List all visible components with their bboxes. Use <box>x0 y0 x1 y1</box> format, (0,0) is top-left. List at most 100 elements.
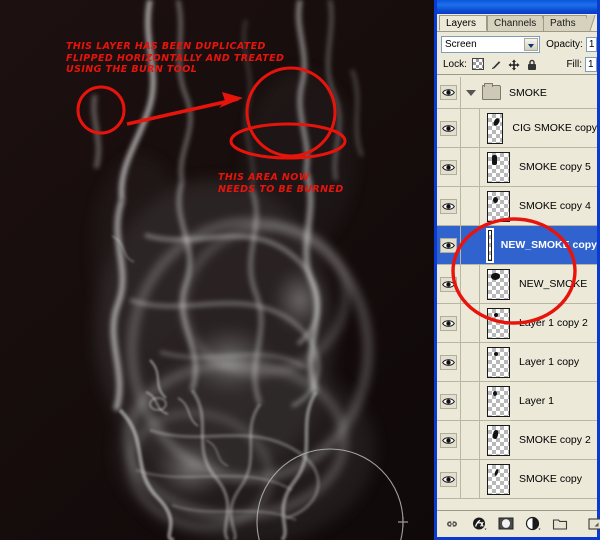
layer-row-selected[interactable]: NEW_SMOKE copy <box>437 226 597 265</box>
visibility-cell[interactable] <box>437 77 461 108</box>
layer-thumbnail[interactable] <box>487 424 510 456</box>
layer-row[interactable]: SMOKE copy <box>437 460 597 499</box>
eye-icon[interactable] <box>440 237 457 253</box>
blend-mode-value: Screen <box>445 38 477 50</box>
eye-icon[interactable] <box>440 315 457 331</box>
visibility-cell[interactable] <box>437 304 461 342</box>
layer-name: Layer 1 copy 2 <box>519 317 588 329</box>
layer-thumbnail[interactable] <box>487 385 510 417</box>
opacity-label: Opacity: <box>546 38 583 50</box>
lock-image-icon[interactable] <box>490 58 502 70</box>
visibility-cell[interactable] <box>437 109 461 147</box>
thumb-content <box>491 272 500 280</box>
thumb-content <box>493 196 498 203</box>
layer-name: SMOKE copy 5 <box>519 161 591 173</box>
annotation-note-area: THIS AREA NOW NEEDS TO BE BURNED <box>218 172 344 195</box>
layer-row[interactable]: Layer 1 copy 2 <box>437 304 597 343</box>
layer-row[interactable]: Layer 1 copy <box>437 343 597 382</box>
visibility-cell[interactable] <box>437 265 461 303</box>
visibility-cell[interactable] <box>437 148 461 186</box>
visibility-cell[interactable] <box>437 226 461 264</box>
layer-row[interactable]: SMOKE copy 4 <box>437 187 597 226</box>
layer-name: SMOKE copy 2 <box>519 434 591 446</box>
blend-mode-select[interactable]: Screen <box>441 35 541 53</box>
layer-row[interactable]: SMOKE copy 2 <box>437 421 597 460</box>
eye-icon[interactable] <box>440 198 457 214</box>
link-cell[interactable] <box>461 226 480 264</box>
palette-bottom-toolbar <box>437 510 600 537</box>
palette-titlebar[interactable] <box>437 0 597 14</box>
lock-all-icon[interactable] <box>526 58 538 70</box>
eye-icon[interactable] <box>440 85 457 100</box>
link-cell[interactable] <box>461 187 480 225</box>
tab-channels[interactable]: Channels <box>487 15 543 31</box>
layer-thumbnail[interactable] <box>487 268 510 300</box>
eye-icon[interactable] <box>440 159 457 175</box>
layer-thumbnail[interactable] <box>486 227 494 263</box>
layer-style-fx-icon[interactable] <box>471 516 487 532</box>
layer-name: NEW_SMOKE <box>519 278 588 290</box>
thumb-content <box>493 390 497 396</box>
layer-list[interactable]: SMOKE CIG SMOKE copy SMOKE copy 5 SMOKE … <box>437 77 597 511</box>
visibility-cell[interactable] <box>437 421 461 459</box>
layer-row[interactable]: SMOKE copy 5 <box>437 148 597 187</box>
layer-row[interactable]: CIG SMOKE copy <box>437 109 597 148</box>
tab-layers[interactable]: Layers <box>439 15 487 31</box>
visibility-cell[interactable] <box>437 460 461 498</box>
thumb-content <box>492 154 497 165</box>
layer-name: SMOKE copy <box>519 473 583 485</box>
annotation-note-top: THIS LAYER HAS BEEN DUPLICATED FLIPPED H… <box>66 41 285 75</box>
visibility-cell[interactable] <box>437 187 461 225</box>
folder-icon <box>482 83 501 100</box>
layer-row[interactable]: NEW_SMOKE <box>437 265 597 304</box>
layer-name: SMOKE copy 4 <box>519 200 591 212</box>
link-cell[interactable] <box>461 304 480 342</box>
eye-icon[interactable] <box>440 120 457 136</box>
expand-triangle-icon[interactable] <box>466 89 476 96</box>
layer-thumbnail[interactable] <box>487 463 510 495</box>
link-cell[interactable] <box>461 343 480 381</box>
lock-position-icon[interactable] <box>508 58 520 71</box>
layer-row-group-smoke[interactable]: SMOKE <box>437 77 597 109</box>
layer-name: Layer 1 <box>519 395 555 407</box>
new-layer-icon[interactable] <box>587 516 600 532</box>
layer-row[interactable]: Layer 1 <box>437 382 597 421</box>
layer-name: SMOKE <box>509 86 547 99</box>
layer-name: CIG SMOKE copy <box>512 122 597 134</box>
visibility-cell[interactable] <box>437 382 461 420</box>
eye-icon[interactable] <box>440 276 457 292</box>
link-cell[interactable] <box>461 265 480 303</box>
layer-name: Layer 1 copy <box>519 356 580 368</box>
eye-icon[interactable] <box>440 432 457 448</box>
layer-thumbnail[interactable] <box>487 307 510 339</box>
link-cell[interactable] <box>461 460 480 498</box>
layer-thumbnail[interactable] <box>487 112 504 144</box>
thumb-content <box>493 468 500 476</box>
thumb-content <box>492 429 499 439</box>
opacity-input[interactable]: 1 <box>585 36 597 52</box>
tab-paths[interactable]: Paths <box>543 15 587 31</box>
new-group-icon[interactable] <box>552 516 568 532</box>
eye-icon[interactable] <box>440 471 457 487</box>
layer-name: NEW_SMOKE copy <box>500 239 597 251</box>
adjustment-layer-icon[interactable] <box>525 516 541 532</box>
link-layers-icon[interactable] <box>444 516 460 532</box>
link-cell[interactable] <box>461 148 480 186</box>
layers-palette: Layers Channels Paths Screen Opacity: 1 … <box>434 0 600 540</box>
lock-transparency-icon[interactable] <box>471 58 484 70</box>
chevron-down-icon[interactable] <box>524 37 539 51</box>
fill-input[interactable]: 1 <box>585 56 597 72</box>
link-cell[interactable] <box>461 421 480 459</box>
eye-icon[interactable] <box>440 354 457 370</box>
thumb-content <box>494 312 498 317</box>
layer-thumbnail[interactable] <box>487 190 510 222</box>
link-cell[interactable] <box>461 109 480 147</box>
palette-tab-strip: Layers Channels Paths <box>437 14 597 32</box>
layer-thumbnail[interactable] <box>487 346 510 378</box>
layer-thumbnail[interactable] <box>487 151 510 183</box>
visibility-cell[interactable] <box>437 343 461 381</box>
layer-mask-icon[interactable] <box>498 516 514 532</box>
eye-icon[interactable] <box>440 393 457 409</box>
lock-row: Lock: Fill: 1 <box>437 54 597 75</box>
link-cell[interactable] <box>461 382 480 420</box>
